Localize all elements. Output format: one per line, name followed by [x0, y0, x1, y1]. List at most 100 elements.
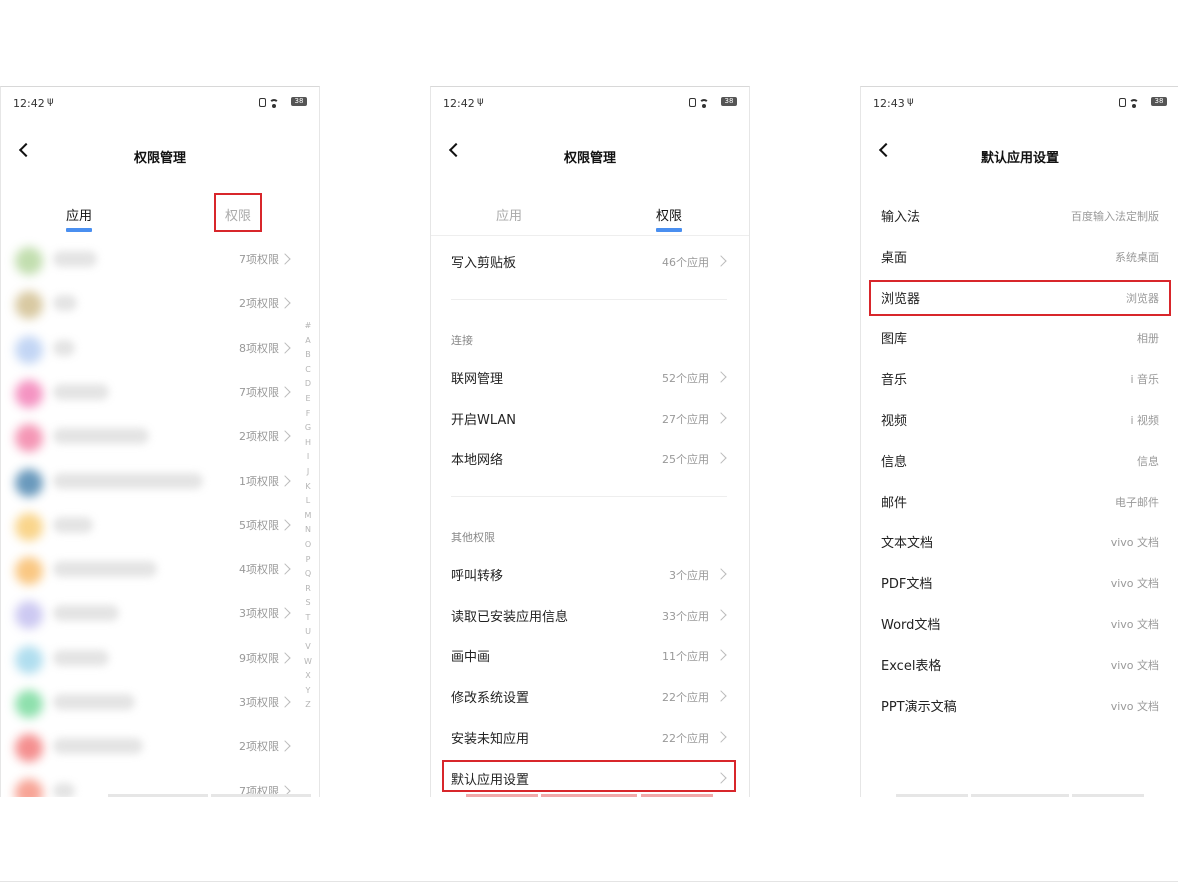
default-app-row[interactable]: 文本文档 vivo 文档: [861, 520, 1178, 560]
battery-icon: 38: [1151, 97, 1167, 106]
app-row[interactable]: 1项权限: [1, 461, 319, 505]
chevron-right-icon: [715, 371, 727, 383]
tab-permissions[interactable]: 权限: [639, 205, 699, 232]
app-row[interactable]: 9项权限: [1, 638, 319, 682]
alphabet-letter[interactable]: S: [302, 596, 314, 611]
chevron-right-icon: [715, 649, 727, 662]
app-row[interactable]: 2项权限: [1, 726, 319, 770]
app-list: 7项权限 2项权限 8项权限 7项权限 2项权限 1项权限 5项权限 4项权限 3项权限 9项权限…: [1, 239, 319, 797]
status-bar: 12:43 ψ 38: [873, 96, 1167, 113]
alphabet-letter[interactable]: U: [302, 625, 314, 640]
alphabet-letter[interactable]: T: [302, 611, 314, 626]
app-row[interactable]: 8项权限: [1, 328, 319, 372]
highlight-box: [214, 193, 262, 232]
alphabet-letter[interactable]: A: [302, 334, 314, 349]
alphabet-letter[interactable]: D: [302, 377, 314, 392]
alphabet-letter[interactable]: O: [302, 538, 314, 553]
permission-count: 4项权限: [239, 563, 279, 577]
alphabet-letter[interactable]: L: [302, 494, 314, 509]
alphabet-letter[interactable]: R: [302, 582, 314, 597]
app-row[interactable]: 7项权限: [1, 239, 319, 283]
app-row[interactable]: 3项权限: [1, 593, 319, 637]
app-icon: [15, 557, 43, 586]
app-row[interactable]: 3项权限: [1, 682, 319, 726]
default-app-row[interactable]: 输入法 百度输入法定制版: [861, 194, 1178, 234]
app-row[interactable]: 7项权限: [1, 372, 319, 416]
default-app-row[interactable]: 邮件 电子邮件: [861, 480, 1178, 520]
perm-row-clipboard[interactable]: 写入剪贴板 46个应用: [431, 240, 749, 280]
perm-row[interactable]: 呼叫转移 3个应用: [431, 553, 749, 593]
alphabet-letter[interactable]: Q: [302, 567, 314, 582]
alphabet-letter[interactable]: J: [302, 465, 314, 480]
battery-icon: 38: [291, 97, 307, 106]
alphabet-letter[interactable]: I: [302, 450, 314, 465]
tab-apps[interactable]: 应用: [49, 205, 109, 232]
alphabet-letter[interactable]: E: [302, 392, 314, 407]
perm-row[interactable]: 联网管理 52个应用: [431, 356, 749, 396]
chevron-right-icon: [279, 474, 291, 487]
tab-apps[interactable]: 应用: [479, 205, 539, 232]
default-app-row[interactable]: 信息 信息: [861, 439, 1178, 479]
chevron-right-icon: [279, 563, 291, 575]
page-title: 权限管理: [133, 151, 186, 166]
alphabet-letter[interactable]: Y: [302, 684, 314, 699]
default-app-row[interactable]: PPT演示文稿 vivo 文档: [861, 684, 1178, 724]
default-app-row[interactable]: Excel表格 vivo 文档: [861, 643, 1178, 683]
app-row[interactable]: 5项权限: [1, 505, 319, 549]
alphabet-letter[interactable]: X: [302, 669, 314, 684]
app-name-blurred: [53, 649, 109, 666]
status-time: 12:42: [13, 97, 45, 110]
alphabet-letter[interactable]: H: [302, 436, 314, 451]
alphabet-letter[interactable]: V: [302, 640, 314, 655]
app-row[interactable]: 4项权限: [1, 549, 319, 593]
app-name-blurred: [53, 251, 97, 267]
permission-count: 9项权限: [239, 651, 279, 665]
permission-count: 2项权限: [239, 430, 279, 444]
default-app-row[interactable]: Word文档 vivo 文档: [861, 602, 1178, 642]
chevron-right-icon: [279, 740, 291, 752]
default-app-row[interactable]: 桌面 系统桌面: [861, 235, 1178, 275]
app-row[interactable]: 2项权限: [1, 283, 319, 327]
perm-row[interactable]: 本地网络 25个应用: [431, 437, 749, 477]
perm-row[interactable]: 安装未知应用 22个应用: [431, 716, 749, 756]
alphabet-letter[interactable]: #: [302, 319, 314, 334]
default-app-row[interactable]: 音乐 i 音乐: [861, 357, 1178, 397]
default-app-row[interactable]: PDF文档 vivo 文档: [861, 561, 1178, 601]
perm-row[interactable]: 读取已安装应用信息 33个应用: [431, 594, 749, 634]
nav-bar: 权限管理: [431, 141, 749, 171]
alphabet-letter[interactable]: C: [302, 363, 314, 378]
alphabet-letter[interactable]: M: [302, 509, 314, 524]
alphabet-letter[interactable]: Z: [302, 698, 314, 713]
app-name-blurred: [53, 516, 93, 533]
wifi-icon: [1129, 98, 1139, 108]
perm-row[interactable]: 开启WLAN 27个应用: [431, 397, 749, 437]
default-app-row[interactable]: 图库 相册: [861, 316, 1178, 356]
alphabet-letter[interactable]: N: [302, 523, 314, 538]
perm-row[interactable]: 画中画 11个应用: [431, 634, 749, 674]
permission-count: 3项权限: [239, 696, 279, 709]
permission-count: 7项权限: [239, 253, 279, 266]
alphabet-letter[interactable]: B: [302, 348, 314, 363]
alphabet-letter[interactable]: P: [302, 553, 314, 568]
alphabet-index[interactable]: # A B C D E F G H I J K L M N O P Q R S T U V W X Y Z: [302, 319, 314, 713]
screen-permission-apps: 12:42 ψ 38 权限管理 应用 权限 7项权限 2项权限 8项权限 7项权限 2项…: [0, 86, 320, 797]
chevron-right-icon: [279, 297, 291, 309]
alphabet-letter[interactable]: K: [302, 480, 314, 495]
alphabet-letter[interactable]: F: [302, 407, 314, 422]
app-icon: [15, 734, 43, 763]
page-title: 权限管理: [563, 151, 616, 166]
perm-row[interactable]: 修改系统设置 22个应用: [431, 675, 749, 715]
chevron-right-icon: [279, 253, 291, 265]
app-name-blurred: [53, 428, 149, 445]
default-app-row[interactable]: 视频 i 视频: [861, 398, 1178, 438]
alphabet-letter[interactable]: G: [302, 421, 314, 436]
chevron-right-icon: [279, 607, 291, 620]
app-name-blurred: [53, 605, 119, 622]
usb-icon: ψ: [907, 96, 914, 107]
alphabet-letter[interactable]: W: [302, 655, 314, 670]
nav-bar: 权限管理: [1, 141, 319, 171]
app-row[interactable]: 2项权限: [1, 416, 319, 460]
status-time: 12:43: [873, 97, 905, 110]
app-icon: [15, 379, 43, 408]
battery-icon: 38: [721, 97, 737, 106]
